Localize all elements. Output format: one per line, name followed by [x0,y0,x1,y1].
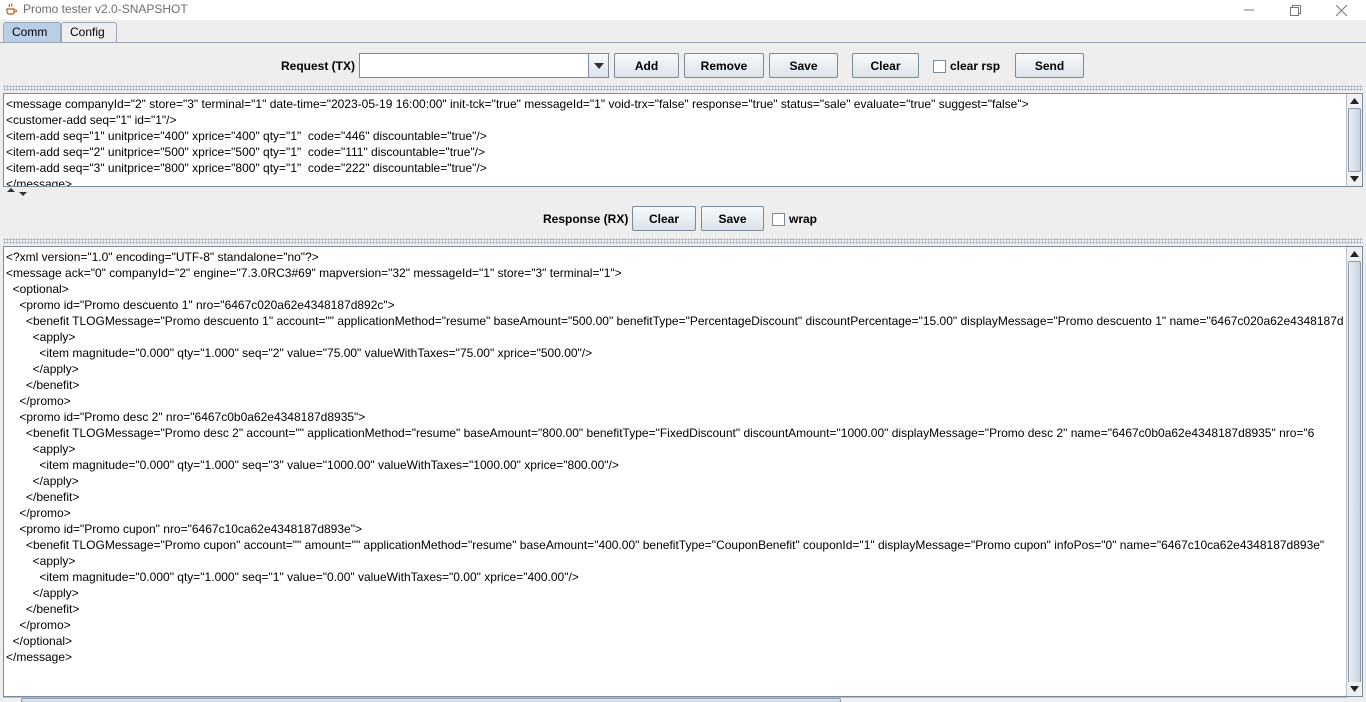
response-text-line: <apply> [6,330,76,344]
request-vscrollbar[interactable] [1346,94,1362,186]
java-coffee-icon [4,2,18,16]
send-button-label: Send [1034,58,1065,73]
request-label: Request (TX) [281,59,356,73]
response-text-line: <benefit TLOGMessage="Promo cupon" accou… [6,538,1325,552]
request-save-button[interactable]: Save [769,53,838,78]
response-text-line: <?xml version="1.0" encoding="UTF-8" sta… [6,250,319,264]
request-clear-button[interactable]: Clear [852,53,919,78]
request-save-label: Save [789,58,818,73]
response-divider [3,238,1363,244]
response-text-line: <message ack="0" companyId="2" engine="7… [6,266,622,280]
response-hscrollbar[interactable] [3,697,1347,702]
response-vscroll-thumb[interactable] [1348,261,1361,683]
arrow-up-icon[interactable] [1347,247,1362,261]
request-textarea[interactable]: <message companyId="2" store="3" termina… [3,93,1363,187]
request-combo[interactable] [359,53,609,78]
response-text-line: </message> [6,650,73,664]
minimize-button[interactable] [1226,0,1272,20]
response-text-line: </benefit> [6,378,80,392]
request-text: <message companyId="2" store="3" termina… [6,96,1344,186]
request-text-line: </message> [6,177,73,186]
response-text: <?xml version="1.0" encoding="UTF-8" sta… [6,249,1344,696]
close-button[interactable] [1318,0,1364,20]
response-save-label: Save [718,211,747,226]
request-text-line: <item-add seq="3" unitprice="800" xprice… [6,161,487,175]
tab-config-label: Config [70,25,105,39]
response-text-line: <promo id="Promo descuento 1" nro="6467c… [6,298,395,312]
response-text-line: <item magnitude="0.000" qty="1.000" seq=… [6,458,619,472]
request-text-line: <customer-add seq="1" id="1"/> [6,113,177,127]
tab-comm[interactable]: Comm [3,22,61,42]
response-textarea[interactable]: <?xml version="1.0" encoding="UTF-8" sta… [3,246,1363,697]
close-icon [1335,4,1347,16]
remove-button-label: Remove [700,58,748,73]
wrap-checkbox[interactable] [772,213,785,226]
response-text-line: <promo id="Promo desc 2" nro="6467c0b0a6… [6,410,366,424]
response-save-button[interactable]: Save [701,206,764,231]
response-hscroll-thumb[interactable] [21,698,841,702]
add-button[interactable]: Add [614,53,679,78]
response-clear-button[interactable]: Clear [632,206,696,231]
response-text-line: <benefit TLOGMessage="Promo desc 2" acco… [6,426,1315,440]
wrap-label: wrap [789,212,818,226]
tab-config[interactable]: Config [61,22,117,42]
response-text-line: </promo> [6,394,71,408]
response-vscrollbar[interactable] [1346,247,1362,696]
response-text-line: <item magnitude="0.000" qty="1.000" seq=… [6,570,579,584]
splitpane-divider[interactable] [3,188,1363,196]
request-text-line: <item-add seq="1" unitprice="400" xprice… [6,129,487,143]
arrow-down-icon[interactable] [1347,682,1362,696]
arrow-down-icon[interactable] [1347,172,1362,186]
response-text-line: <apply> [6,554,76,568]
clear-rsp-checkbox[interactable] [933,60,946,73]
response-text-line: </benefit> [6,490,80,504]
window-title: Promo tester v2.0-SNAPSHOT [23,2,188,16]
response-text-line: </optional> [6,634,73,648]
response-text-line: <optional> [6,282,69,296]
chevron-down-icon[interactable] [588,54,608,77]
response-text-line: <apply> [6,442,76,456]
request-vscroll-thumb[interactable] [1348,108,1361,172]
add-button-label: Add [634,58,659,73]
request-clear-label: Clear [870,58,901,73]
maximize-button[interactable] [1272,0,1318,20]
response-text-line: </benefit> [6,602,80,616]
minimize-icon [1244,5,1254,15]
splitter-arrows-icon[interactable] [5,188,29,196]
clear-rsp-label: clear rsp [950,59,1001,73]
response-text-line: <benefit TLOGMessage="Promo descuento 1"… [6,314,1344,328]
request-text-line: <message companyId="2" store="3" termina… [6,97,1029,111]
remove-button[interactable]: Remove [684,53,764,78]
response-text-line: </promo> [6,506,71,520]
maximize-icon [1289,4,1301,16]
response-text-line: </promo> [6,618,71,632]
response-text-line: </apply> [6,586,79,600]
response-label: Response (RX) [543,212,629,226]
response-text-line: </apply> [6,474,79,488]
arrow-up-icon[interactable] [1347,94,1362,108]
send-button[interactable]: Send [1015,53,1084,78]
request-text-line: <item-add seq="2" unitprice="500" xprice… [6,145,485,159]
comm-panel: Request (TX) Add Remove Save Clear clear… [0,42,1366,702]
response-clear-label: Clear [648,211,680,226]
response-text-line: <promo id="Promo cupon" nro="6467c10ca62… [6,522,362,536]
split-divider[interactable] [3,85,1363,91]
tab-bar: Comm Config [0,20,1366,42]
tab-comm-label: Comm [12,25,48,39]
title-bar: Promo tester v2.0-SNAPSHOT [0,0,1366,20]
response-text-line: </apply> [6,362,79,376]
response-text-line: <item magnitude="0.000" qty="1.000" seq=… [6,346,593,360]
